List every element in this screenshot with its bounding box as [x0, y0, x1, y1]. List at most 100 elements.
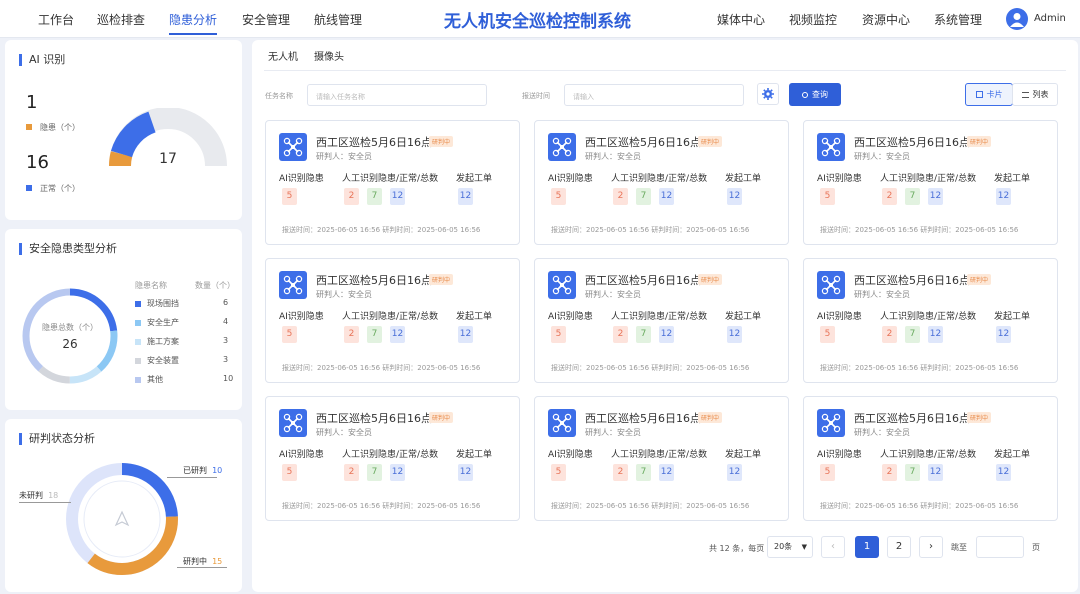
- legend-value: 3: [223, 355, 229, 364]
- settings-button[interactable]: [757, 83, 779, 105]
- work-order-header: 发起工单: [725, 450, 762, 460]
- legend-name: 施工方案: [147, 337, 179, 346]
- time-input[interactable]: 请输入: [564, 84, 744, 106]
- username[interactable]: Admin: [1034, 13, 1066, 24]
- manual-hazard-header: 人工识别隐患/正常/总数: [880, 174, 977, 184]
- manual-hazard-header: 人工识别隐患/正常/总数: [342, 312, 439, 322]
- legend-row: 安全生产: [135, 317, 179, 328]
- task-card[interactable]: 西工区巡检5月6日16点 研判中 研判人：安全员 AI识别隐患 人工识别隐患/正…: [534, 120, 789, 245]
- card-judge: 研判人：安全员: [585, 290, 641, 299]
- ai-hazard-header: AI识别隐患: [279, 312, 324, 322]
- work-order-value: 12: [996, 188, 1011, 205]
- nav-resource[interactable]: 资源中心: [862, 11, 910, 28]
- drone-icon: [283, 137, 303, 157]
- page-2-button[interactable]: 2: [887, 536, 911, 558]
- legend-row: 安全装置: [135, 355, 179, 366]
- ai-hazard-value: 5: [820, 326, 835, 343]
- panel-title: AI 识别: [19, 54, 65, 66]
- hazard-type-donut: 隐患总数（个） 26: [22, 288, 118, 384]
- nav-system[interactable]: 系统管理: [934, 11, 982, 28]
- hazard-swatch: [26, 124, 32, 130]
- task-card[interactable]: 西工区巡检5月6日16点 研判中 研判人：安全员 AI识别隐患 人工识别隐患/正…: [265, 120, 520, 245]
- card-judge: 研判人：安全员: [854, 290, 910, 299]
- task-card[interactable]: 西工区巡检5月6日16点 研判中 研判人：安全员 AI识别隐患 人工识别隐患/正…: [803, 120, 1058, 245]
- judge-status-panel: 研判状态分析 已研判 10 未研判 18 研判中 15: [5, 419, 242, 592]
- col-count-header: 数量（个）: [195, 281, 235, 290]
- nav-media[interactable]: 媒体中心: [717, 11, 765, 28]
- ai-hazard-header: AI识别隐患: [548, 312, 593, 322]
- task-card[interactable]: 西工区巡检5月6日16点 研判中 研判人：安全员 AI识别隐患 人工识别隐患/正…: [265, 258, 520, 383]
- nav-safety[interactable]: 安全管理: [242, 11, 290, 28]
- page-size-select[interactable]: 20条 ▼: [767, 536, 813, 558]
- card-judge: 研判人：安全员: [316, 428, 372, 437]
- page-1-button[interactable]: 1: [855, 536, 879, 558]
- manual-hazard-header: 人工识别隐患/正常/总数: [611, 450, 708, 460]
- card-footer: 报送时间：2025-06-05 16:56 研判时间：2025-06-05 16…: [282, 502, 481, 510]
- task-card[interactable]: 西工区巡检5月6日16点 研判中 研判人：安全员 AI识别隐患 人工识别隐患/正…: [803, 396, 1058, 521]
- card-title: 西工区巡检5月6日16点: [585, 412, 701, 425]
- time-label: 报送时间: [522, 92, 550, 100]
- panel-title: 研判状态分析: [19, 433, 95, 445]
- legend-name: 安全装置: [147, 356, 179, 365]
- gauge-center-value: 17: [159, 151, 177, 167]
- list-view-toggle[interactable]: 列表: [1012, 83, 1058, 106]
- card-footer: 报送时间：2025-06-05 16:56 研判时间：2025-06-05 16…: [282, 226, 481, 234]
- card-title: 西工区巡检5月6日16点: [854, 274, 970, 287]
- manual-normal-value: 7: [905, 464, 920, 481]
- drone-icon-box: [548, 133, 576, 161]
- card-title: 西工区巡检5月6日16点: [854, 136, 970, 149]
- task-card[interactable]: 西工区巡检5月6日16点 研判中 研判人：安全员 AI识别隐患 人工识别隐患/正…: [803, 258, 1058, 383]
- prev-page-button[interactable]: ‹: [821, 536, 845, 558]
- tab-drone[interactable]: 无人机: [268, 48, 298, 63]
- nav-video[interactable]: 视频监控: [789, 11, 837, 28]
- task-name-label: 任务名称: [265, 92, 293, 100]
- status-badge: 研判中: [429, 136, 454, 147]
- ai-hazard-value: 5: [282, 464, 297, 481]
- status-doing-text: 研判中: [183, 557, 207, 566]
- tab-camera[interactable]: 摄像头: [314, 48, 344, 63]
- task-card[interactable]: 西工区巡检5月6日16点 研判中 研判人：安全员 AI识别隐患 人工识别隐患/正…: [534, 258, 789, 383]
- avatar[interactable]: [1006, 8, 1028, 30]
- ai-hazard-value: 5: [551, 464, 566, 481]
- status-badge: 研判中: [429, 274, 454, 285]
- manual-hazard-value: 2: [882, 464, 897, 481]
- card-footer: 报送时间：2025-06-05 16:56 研判时间：2025-06-05 16…: [820, 226, 1019, 234]
- nav-hazard-analysis[interactable]: 隐患分析: [169, 11, 218, 35]
- task-card[interactable]: 西工区巡检5月6日16点 研判中 研判人：安全员 AI识别隐患 人工识别隐患/正…: [534, 396, 789, 521]
- manual-total-value: 12: [390, 188, 405, 205]
- card-footer: 报送时间：2025-06-05 16:56 研判时间：2025-06-05 16…: [551, 226, 750, 234]
- normal-legend: 正常（个）: [26, 183, 80, 194]
- nav-inspection[interactable]: 巡检排查: [97, 11, 145, 28]
- nav-workbench[interactable]: 工作台: [38, 11, 74, 28]
- nav-route[interactable]: 航线管理: [314, 11, 362, 28]
- work-order-header: 发起工单: [994, 450, 1031, 460]
- legend-swatch: [135, 357, 141, 364]
- work-order-value: 12: [727, 464, 742, 481]
- card-judge: 研判人：安全员: [316, 152, 372, 161]
- next-page-button[interactable]: ›: [919, 536, 943, 558]
- manual-total-value: 12: [928, 464, 943, 481]
- goto-page-input[interactable]: [976, 536, 1024, 558]
- work-order-header: 发起工单: [456, 450, 493, 460]
- work-order-header: 发起工单: [456, 312, 493, 322]
- status-badge: 研判中: [698, 136, 723, 147]
- search-button[interactable]: 查询: [789, 83, 841, 106]
- drone-icon: [283, 413, 303, 433]
- gear-icon: [762, 88, 774, 100]
- drone-icon: [552, 275, 572, 295]
- normal-label: 正常（个）: [40, 184, 80, 193]
- legend-name: 安全生产: [147, 318, 179, 327]
- ai-hazard-value: 5: [551, 188, 566, 205]
- drone-icon-box: [548, 271, 576, 299]
- legend-value: 6: [223, 298, 229, 307]
- card-view-toggle[interactable]: 卡片: [965, 83, 1013, 106]
- chevron-right-icon: ›: [929, 541, 933, 552]
- task-name-input[interactable]: 请输入任务名称: [307, 84, 487, 106]
- card-title: 西工区巡检5月6日16点: [585, 136, 701, 149]
- search-button-label: 查询: [812, 90, 828, 99]
- drone-icon: [552, 137, 572, 157]
- ai-hazard-value: 5: [820, 464, 835, 481]
- manual-total-value: 12: [659, 188, 674, 205]
- task-card[interactable]: 西工区巡检5月6日16点 研判中 研判人：安全员 AI识别隐患 人工识别隐患/正…: [265, 396, 520, 521]
- legend-swatch: [135, 319, 141, 326]
